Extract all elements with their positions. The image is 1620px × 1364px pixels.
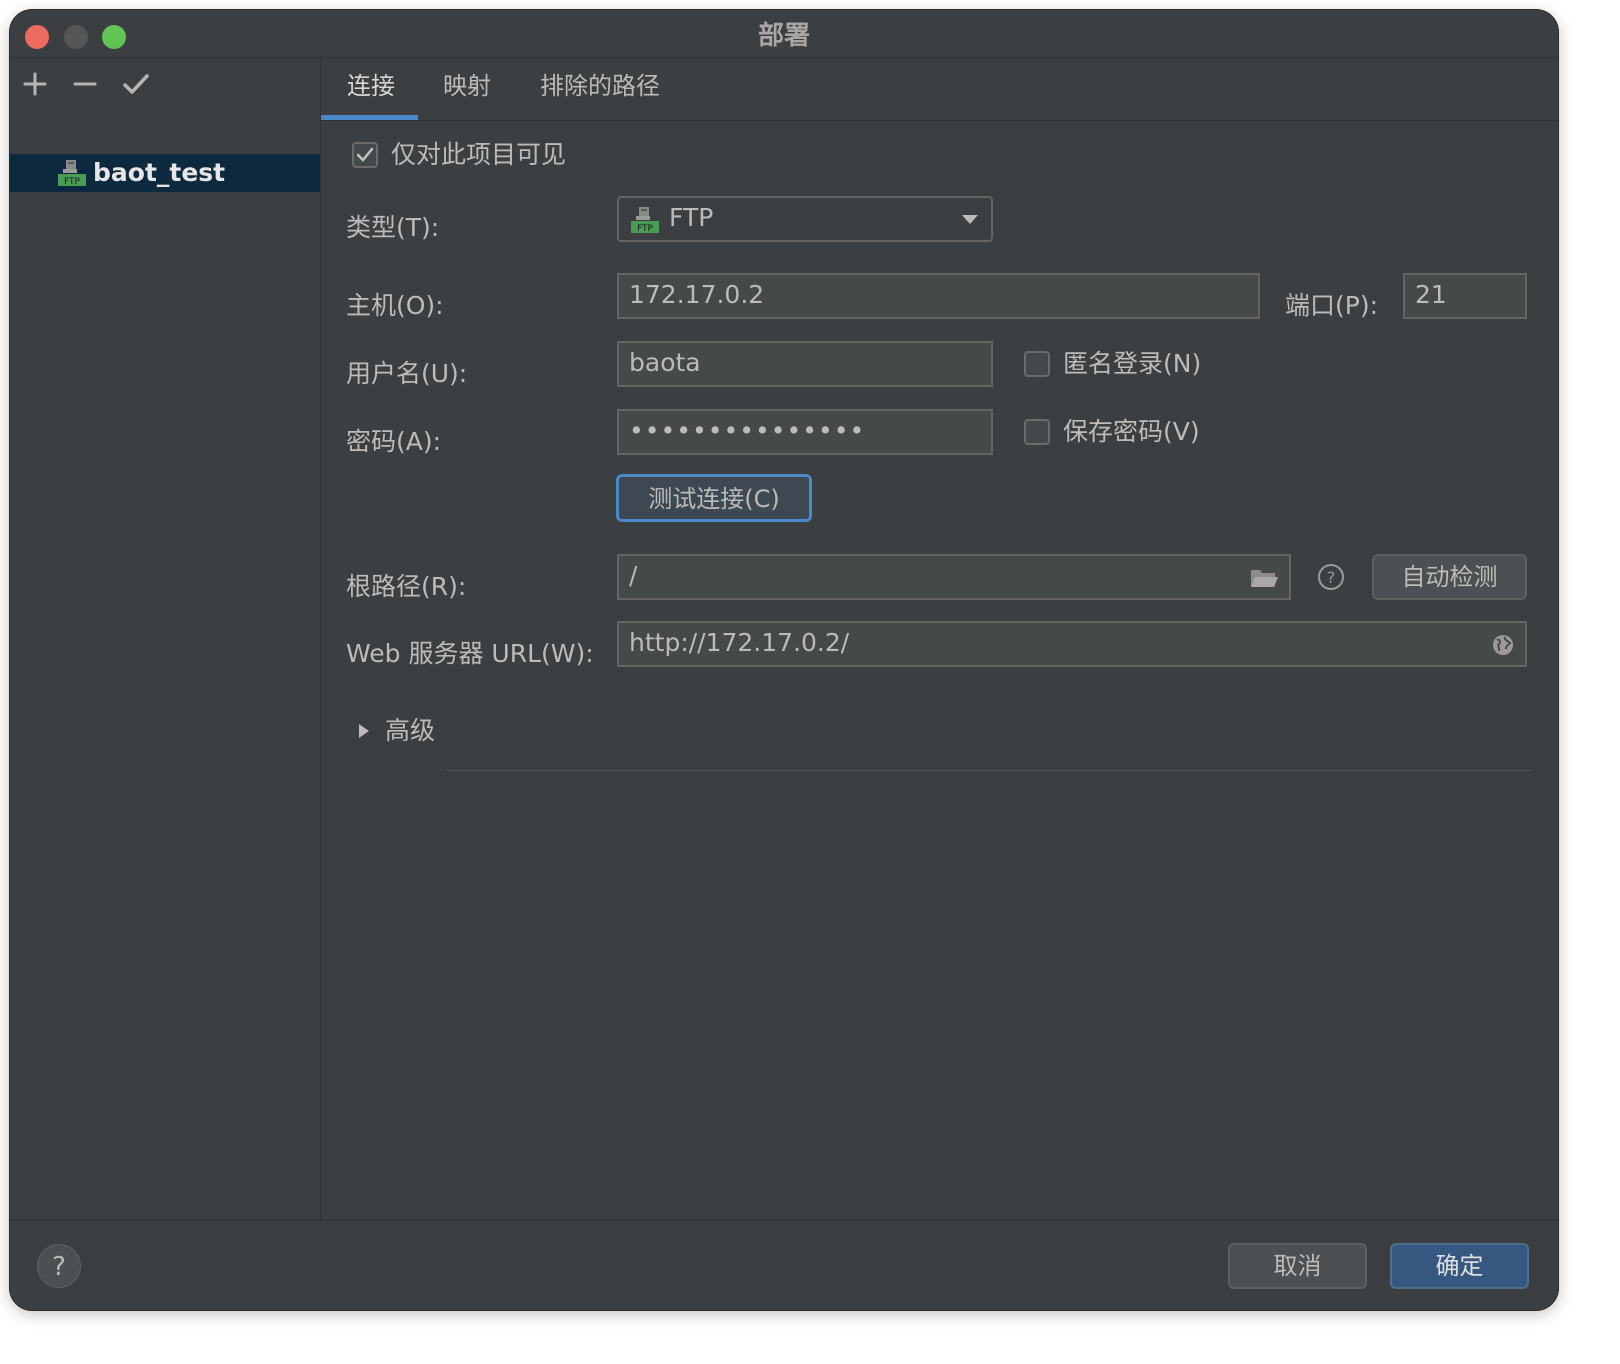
advanced-divider <box>446 770 1531 771</box>
folder-icon[interactable] <box>1249 566 1279 590</box>
config-panel: 连接 映射 排除的路径 仅对此项目可见 类型(T): FTP FTP 主机(O)… <box>321 58 1558 1220</box>
anonymous-login-label: 匿名登录(N) <box>1063 349 1202 378</box>
server-item-label: baot_test <box>93 158 226 187</box>
web-url-label: Web 服务器 URL(W): <box>346 639 594 668</box>
visible-only-label: 仅对此项目可见 <box>391 140 567 169</box>
username-input[interactable]: baota <box>617 341 993 387</box>
password-input[interactable]: ••••••••••••••• <box>617 409 993 455</box>
save-password-label: 保存密码(V) <box>1063 417 1200 446</box>
type-label: 类型(T): <box>346 213 440 242</box>
help-button[interactable]: ? <box>37 1244 81 1288</box>
anonymous-login-checkbox[interactable] <box>1024 351 1050 377</box>
type-select[interactable]: FTP FTP <box>617 196 993 242</box>
root-path-value: / <box>629 561 638 590</box>
ftp-icon: FTP <box>631 207 659 234</box>
add-icon[interactable] <box>17 66 53 102</box>
tab-bar: 连接 映射 排除的路径 <box>321 58 1558 121</box>
deployment-dialog: 部署 FTP baot_test 连接 映射 排除的路径 仅对此项目可见 类型(… <box>10 10 1558 1310</box>
password-label: 密码(A): <box>346 427 442 456</box>
svg-text:?: ? <box>1327 568 1336 587</box>
tab-excluded-paths[interactable]: 排除的路径 <box>540 70 660 102</box>
root-path-input[interactable]: / <box>617 554 1291 600</box>
auto-detect-button[interactable]: 自动检测 <box>1372 554 1527 600</box>
web-url-value: http://172.17.0.2/ <box>629 628 850 657</box>
port-label: 端口(P): <box>1285 291 1379 320</box>
cancel-button[interactable]: 取消 <box>1228 1243 1367 1289</box>
port-input[interactable]: 21 <box>1403 273 1527 319</box>
dialog-footer: ? 取消 确定 <box>10 1220 1558 1310</box>
type-value: FTP <box>669 203 714 232</box>
help-icon[interactable]: ? <box>1316 562 1346 592</box>
visible-only-checkbox[interactable] <box>352 142 378 168</box>
title-bar: 部署 <box>10 10 1558 58</box>
checkmark-icon <box>356 147 374 162</box>
test-connection-button[interactable]: 测试连接(C) <box>616 474 812 522</box>
svg-text:FTP: FTP <box>637 224 654 234</box>
server-item-baot-test[interactable]: FTP baot_test <box>10 154 320 192</box>
web-url-input[interactable]: http://172.17.0.2/ <box>617 621 1527 667</box>
server-list-panel: FTP baot_test <box>10 58 321 1220</box>
globe-icon[interactable] <box>1491 633 1515 657</box>
ok-button[interactable]: 确定 <box>1390 1243 1529 1289</box>
active-tab-indicator <box>321 115 418 120</box>
root-path-label: 根路径(R): <box>346 572 467 601</box>
tab-connection[interactable]: 连接 <box>347 70 395 102</box>
username-label: 用户名(U): <box>346 359 468 388</box>
expand-arrow-icon[interactable] <box>357 722 371 740</box>
host-label: 主机(O): <box>346 291 444 320</box>
chevron-down-icon <box>962 215 978 224</box>
save-password-checkbox[interactable] <box>1024 419 1050 445</box>
check-icon[interactable] <box>118 66 154 102</box>
svg-text:FTP: FTP <box>64 177 81 187</box>
advanced-section-label[interactable]: 高级 <box>385 714 435 748</box>
remove-icon[interactable] <box>67 66 103 102</box>
host-input[interactable]: 172.17.0.2 <box>617 273 1260 319</box>
ftp-icon: FTP <box>58 160 86 187</box>
window-title: 部署 <box>757 21 810 51</box>
tab-mappings[interactable]: 映射 <box>443 70 491 102</box>
